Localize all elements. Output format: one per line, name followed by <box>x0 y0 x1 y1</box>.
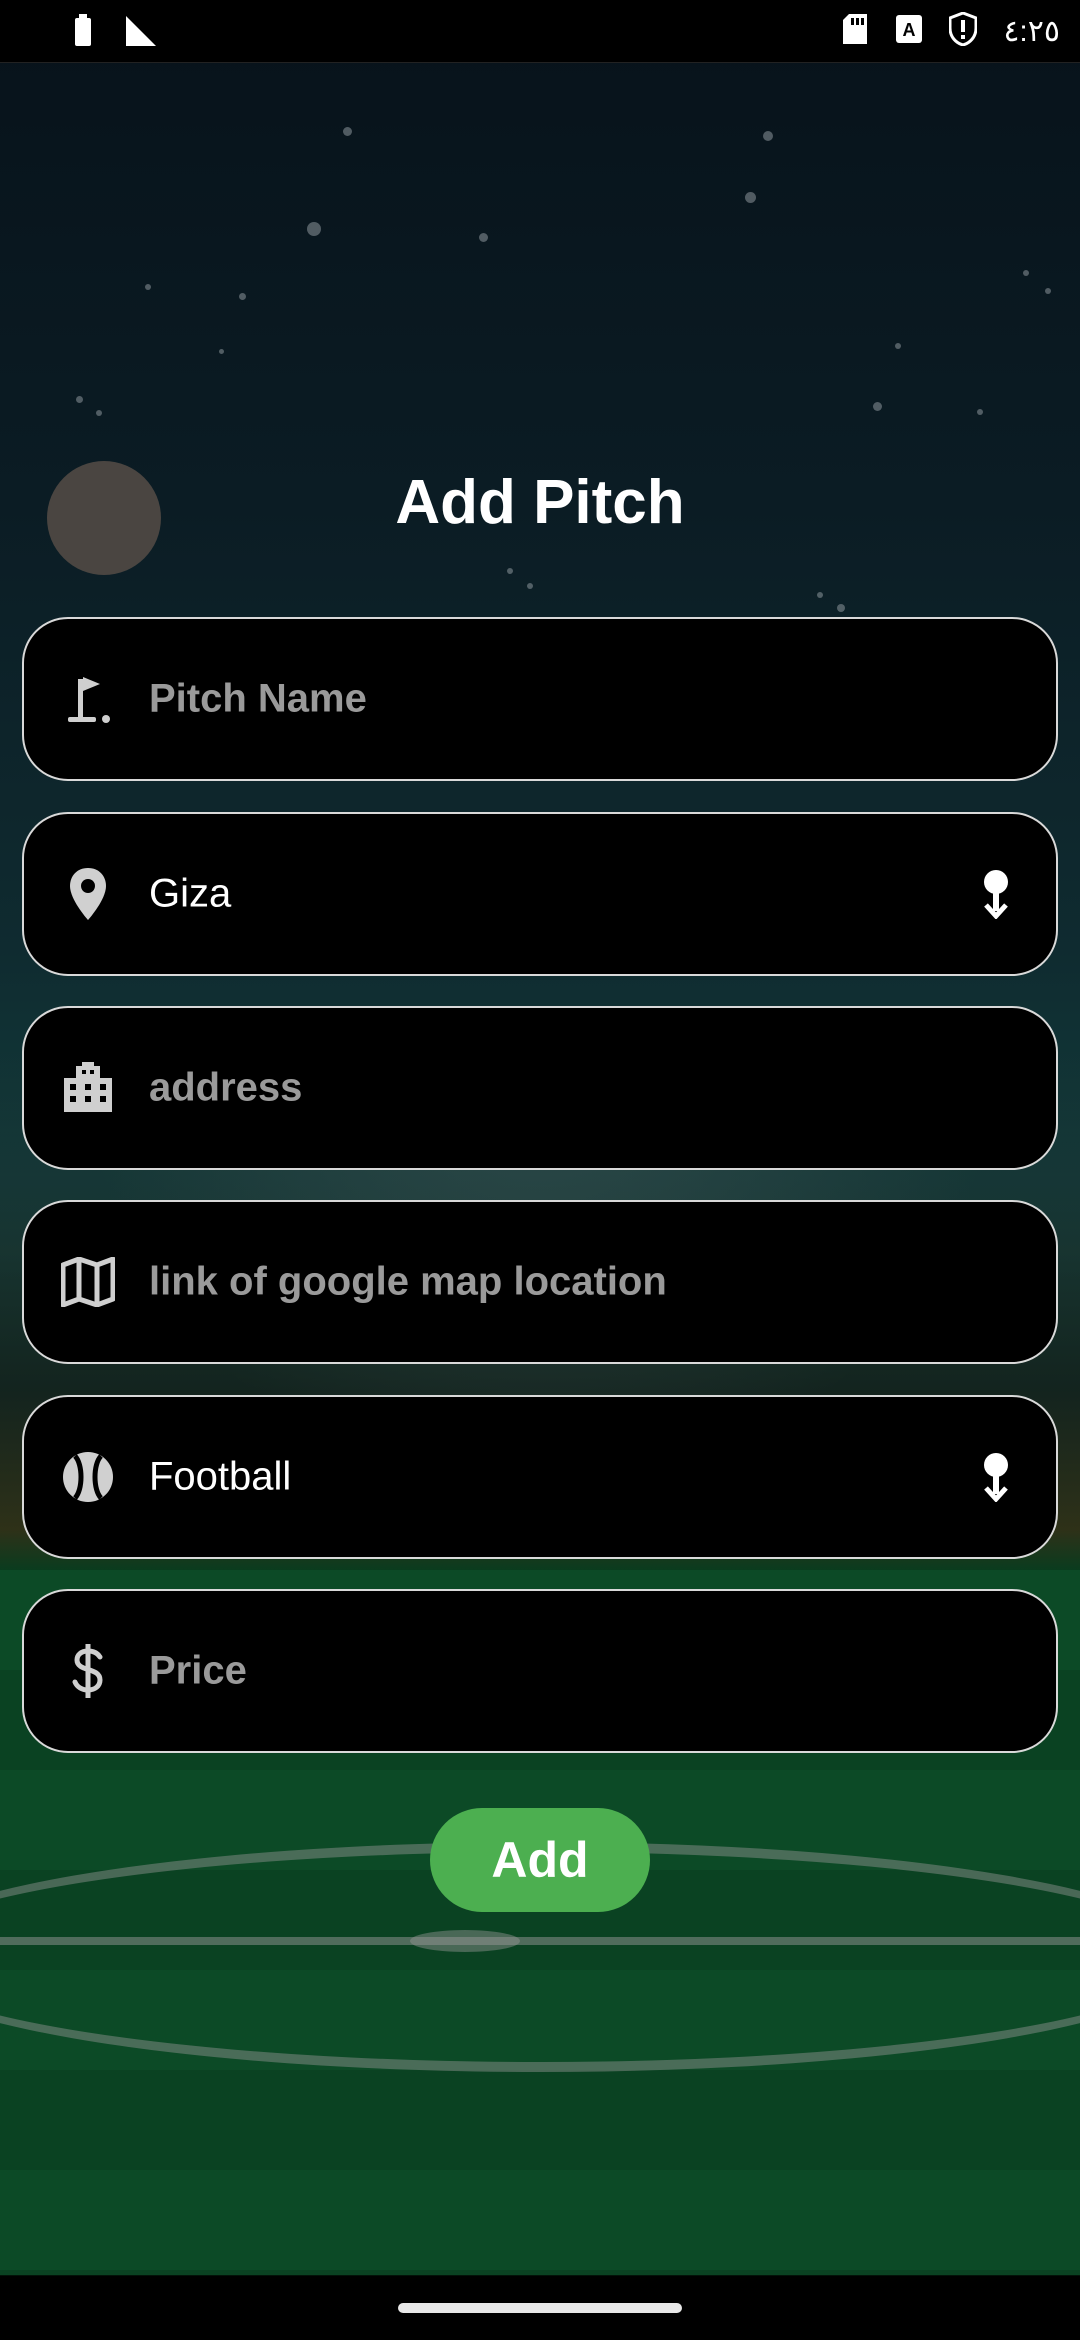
star-decoration <box>745 192 756 203</box>
map-icon <box>58 1252 118 1312</box>
star-decoration <box>307 222 321 236</box>
status-bar: A ٤:٢٥ <box>0 0 1080 63</box>
dropdown-pin-icon[interactable] <box>974 864 1018 924</box>
sd-card-icon <box>841 12 869 51</box>
sport-dropdown[interactable]: Football <box>22 1395 1058 1559</box>
status-time: ٤:٢٥ <box>1003 15 1060 48</box>
star-decoration <box>239 293 246 300</box>
map-link-placeholder: link of google map location <box>149 1259 667 1304</box>
city-value: Giza <box>149 871 232 916</box>
price-placeholder: Price <box>149 1648 247 1693</box>
map-link-field[interactable]: link of google map location <box>22 1200 1058 1364</box>
star-decoration <box>1023 270 1029 276</box>
building-icon <box>58 1058 118 1118</box>
star-decoration <box>145 284 151 290</box>
star-decoration <box>527 583 533 589</box>
battery-icon <box>72 14 94 53</box>
city-dropdown[interactable]: Giza <box>22 812 1058 976</box>
pitch-name-placeholder: Pitch Name <box>149 676 367 721</box>
price-field[interactable]: Price <box>22 1589 1058 1753</box>
keyboard-a-icon: A <box>895 14 923 49</box>
star-decoration <box>96 410 102 416</box>
sport-value: Football <box>149 1454 292 1499</box>
address-placeholder: address <box>149 1065 303 1110</box>
star-decoration <box>1045 288 1051 294</box>
page-title: Add Pitch <box>395 468 685 537</box>
halfway-line-decoration <box>0 1937 1080 1945</box>
star-decoration <box>895 343 901 349</box>
star-decoration <box>507 568 513 574</box>
pitch-name-field[interactable]: Pitch Name <box>22 617 1058 781</box>
location-pin-icon <box>58 864 118 924</box>
dropdown-pin-icon[interactable] <box>974 1447 1018 1507</box>
home-indicator[interactable] <box>398 2303 682 2313</box>
star-decoration <box>76 396 83 403</box>
center-spot-decoration <box>410 1930 520 1952</box>
star-decoration <box>873 402 882 411</box>
add-button[interactable]: Add <box>430 1808 650 1912</box>
ball-icon <box>58 1447 118 1507</box>
signal-icon <box>124 14 158 53</box>
star-decoration <box>219 349 224 354</box>
svg-text:A: A <box>903 20 916 40</box>
star-decoration <box>817 592 823 598</box>
dollar-icon <box>58 1641 118 1701</box>
golf-flag-icon <box>58 669 118 729</box>
shield-icon <box>948 11 978 51</box>
address-field[interactable]: address <box>22 1006 1058 1170</box>
star-decoration <box>343 127 352 136</box>
star-decoration <box>837 604 845 612</box>
star-decoration <box>763 131 773 141</box>
add-pitch-screen: A ٤:٢٥ Add Pitch Pitch Name Giza address <box>0 0 1080 2340</box>
star-decoration <box>977 409 983 415</box>
star-decoration <box>479 233 488 242</box>
